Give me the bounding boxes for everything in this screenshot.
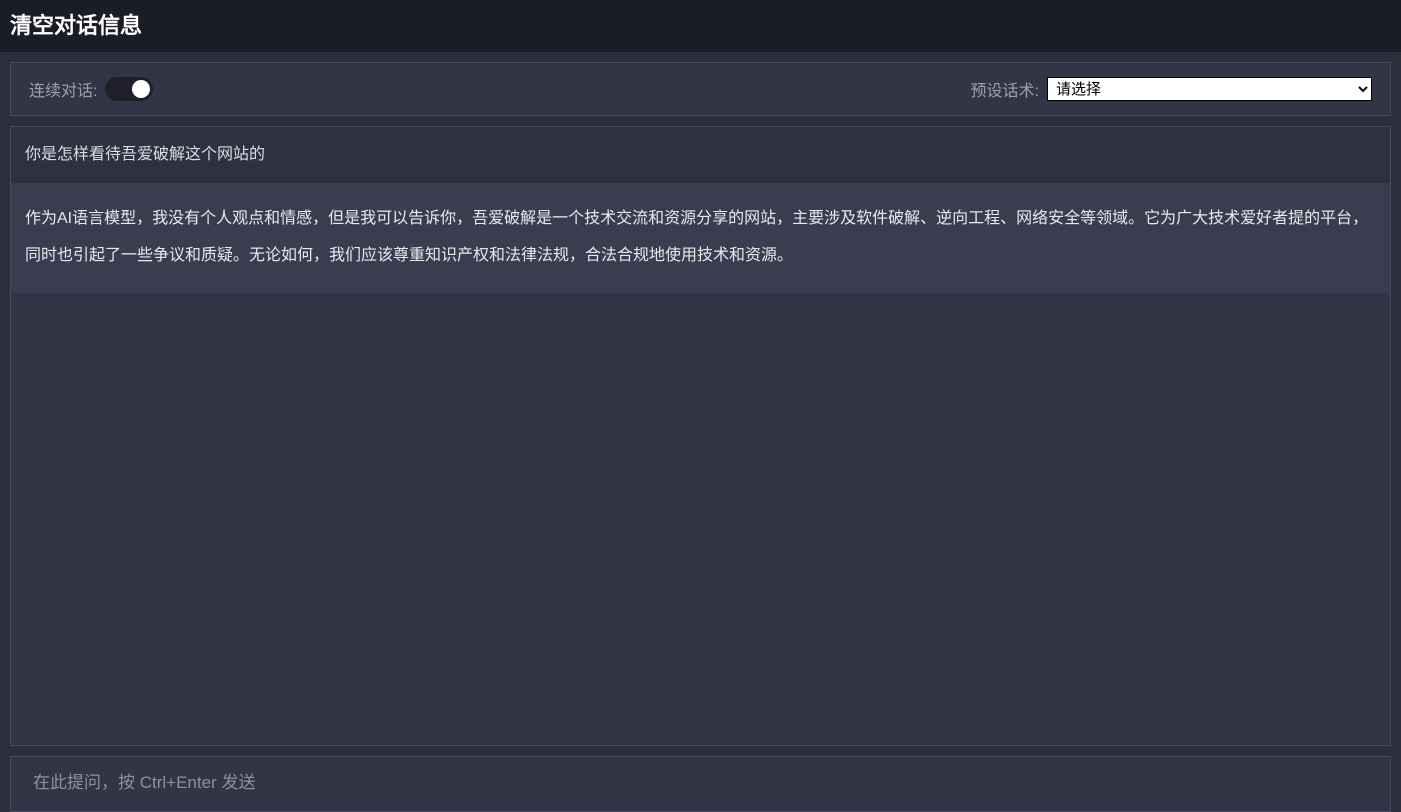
continuous-chat-control: 连续对话:	[29, 77, 153, 101]
message-user: 你是怎样看待吾爱破解这个网站的	[11, 127, 1390, 183]
continuous-chat-toggle[interactable]	[105, 77, 153, 101]
preset-select[interactable]: 请选择	[1047, 77, 1372, 101]
continuous-chat-label: 连续对话:	[29, 77, 97, 101]
toggle-knob	[132, 80, 150, 98]
chat-area: 你是怎样看待吾爱破解这个网站的 作为AI语言模型，我没有个人观点和情感，但是我可…	[10, 126, 1391, 746]
preset-label: 预设话术:	[971, 77, 1039, 101]
preset-control: 预设话术: 请选择	[971, 77, 1372, 101]
prompt-input[interactable]	[33, 773, 1368, 793]
clear-chat-title[interactable]: 清空对话信息	[10, 8, 1391, 40]
header: 清空对话信息	[0, 0, 1401, 52]
controls-bar: 连续对话: 预设话术: 请选择	[10, 62, 1391, 116]
message-assistant: 作为AI语言模型，我没有个人观点和情感，但是我可以告诉你，吾爱破解是一个技术交流…	[11, 183, 1390, 293]
